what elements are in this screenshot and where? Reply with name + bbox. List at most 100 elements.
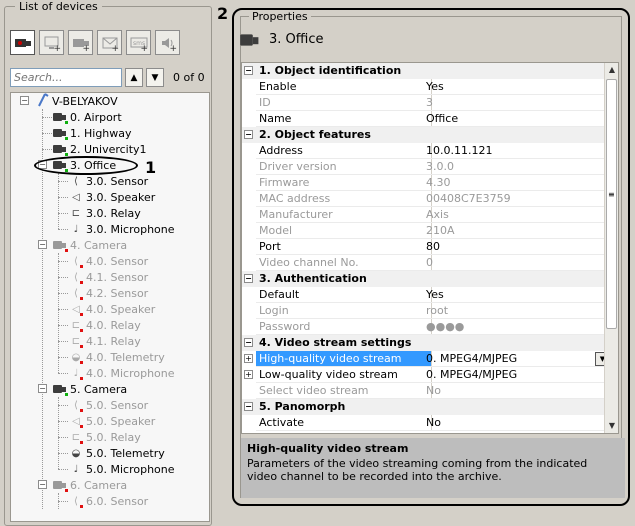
- category-collapse-icon[interactable]: −: [244, 66, 253, 75]
- category-collapse-icon[interactable]: −: [244, 402, 253, 411]
- plus-icon: +: [169, 44, 177, 54]
- tree-item-sensor[interactable]: ⟨ 5.0. Sensor: [69, 397, 148, 413]
- add-camera-button[interactable]: [10, 30, 35, 55]
- row-divider: [256, 110, 604, 111]
- tree-item-relay[interactable]: ⊏ 4.1. Relay: [69, 333, 141, 349]
- scroll-up-icon[interactable]: ▲: [605, 63, 618, 77]
- property-category[interactable]: −1. Object identification: [242, 63, 604, 79]
- tree-expander[interactable]: −: [38, 384, 47, 393]
- tree-item-microphone[interactable]: ♩ 5.0. Microphone: [69, 461, 175, 477]
- property-row[interactable]: Default Yes: [242, 287, 604, 303]
- category-collapse-icon[interactable]: −: [244, 274, 253, 283]
- property-row[interactable]: Video channel No. 0: [242, 255, 604, 271]
- tree-connector: [42, 133, 52, 134]
- tree-item-telemetry[interactable]: ◒ 5.0. Telemetry: [69, 445, 165, 461]
- property-row[interactable]: + High-quality video stream 0. MPEG4/MJPEG…: [242, 351, 610, 367]
- property-category[interactable]: −2. Object features: [242, 127, 604, 143]
- camera-icon: [53, 480, 67, 490]
- tree-item-relay[interactable]: ⊏ 4.0. Relay: [69, 317, 141, 333]
- property-row[interactable]: Model 210A: [242, 223, 604, 239]
- property-row[interactable]: Enable Yes: [242, 79, 604, 95]
- category-collapse-icon[interactable]: −: [244, 130, 253, 139]
- property-grid-scrollbar[interactable]: ▲ ≡ ▼: [604, 63, 618, 433]
- property-row[interactable]: Firmware 4.30: [242, 175, 604, 191]
- search-next-button[interactable]: ▼: [146, 68, 164, 87]
- tree-item-sensor[interactable]: ⟨ 4.1. Sensor: [69, 269, 148, 285]
- property-value[interactable]: Office: [422, 111, 458, 127]
- property-value: 4.30: [426, 176, 451, 189]
- property-value[interactable]: Yes: [422, 79, 444, 95]
- tree-item-microphone[interactable]: ♩ 3.0. Microphone: [69, 221, 175, 237]
- tree-expander[interactable]: −: [38, 480, 47, 489]
- property-category[interactable]: −3. Authentication: [242, 271, 604, 287]
- property-row[interactable]: MAC address 00408C7E3759: [242, 191, 604, 207]
- property-row[interactable]: Activate No: [242, 415, 604, 431]
- add-sound-button[interactable]: +: [155, 30, 180, 55]
- tree-item-label: 3.0. Sensor: [86, 174, 149, 188]
- property-row[interactable]: Name Office: [242, 111, 604, 127]
- property-category[interactable]: −5. Panomorph: [242, 399, 604, 415]
- sensor-icon: ⟨: [74, 495, 78, 507]
- row-divider: [256, 158, 604, 159]
- search-input[interactable]: [10, 68, 122, 87]
- tree-item-sensor[interactable]: ⟨ 6.0. Sensor: [69, 493, 148, 509]
- property-value[interactable]: 0. MPEG4/MJPEG: [422, 367, 517, 383]
- tree-item-microphone[interactable]: ♩ 4.0. Microphone: [69, 365, 175, 381]
- row-divider: [256, 318, 604, 319]
- tree-item-sensor[interactable]: ⟨ 4.0. Sensor: [69, 253, 148, 269]
- property-expand-icon[interactable]: +: [244, 370, 253, 379]
- property-row[interactable]: Password ●●●●: [242, 319, 604, 335]
- tree-item-speaker[interactable]: ◁ 5.0. Speaker: [69, 413, 155, 429]
- tree-item-server[interactable]: V-BELYAKOV: [37, 93, 118, 109]
- tree-item-relay[interactable]: ⊏ 3.0. Relay: [69, 205, 141, 221]
- property-value[interactable]: Yes: [422, 287, 444, 303]
- tree-item-speaker[interactable]: ◁ 3.0. Speaker: [69, 189, 155, 205]
- property-value: 0: [426, 256, 433, 269]
- tree-connector: [58, 469, 68, 470]
- row-divider: [256, 270, 604, 271]
- property-value[interactable]: 0. MPEG4/MJPEG: [422, 351, 517, 367]
- property-expand-icon[interactable]: +: [244, 354, 253, 363]
- row-divider: [256, 206, 604, 207]
- annotation-number-2: 2: [217, 4, 229, 23]
- tree-item-camera[interactable]: 5. Camera: [53, 381, 127, 397]
- property-row[interactable]: Address 10.0.11.121: [242, 143, 604, 159]
- add-email-button[interactable]: +: [97, 30, 122, 55]
- scroll-thumb[interactable]: [606, 79, 617, 329]
- tree-item-telemetry[interactable]: ◒ 4.0. Telemetry: [69, 349, 165, 365]
- tree-expander[interactable]: −: [38, 240, 47, 249]
- property-value[interactable]: 10.0.11.121: [422, 143, 492, 159]
- chevron-up-icon: ▲: [130, 72, 138, 83]
- tree-item-camera[interactable]: 1. Highway: [53, 125, 132, 141]
- property-row[interactable]: Driver version 3.0.0: [242, 159, 604, 175]
- tree-expander[interactable]: −: [20, 96, 29, 105]
- tree-item-label: 4. Camera: [70, 238, 128, 252]
- tree-item-camera[interactable]: 6. Camera: [53, 477, 127, 493]
- property-row[interactable]: Select video stream No: [242, 383, 604, 399]
- row-divider: [256, 174, 604, 175]
- devices-toolbar: + + + sms + +: [10, 30, 180, 55]
- property-value[interactable]: No: [422, 415, 441, 431]
- category-collapse-icon[interactable]: −: [244, 338, 253, 347]
- tree-item-camera[interactable]: 0. Airport: [53, 109, 122, 125]
- tree-item-relay[interactable]: ⊏ 5.0. Relay: [69, 429, 141, 445]
- property-row[interactable]: ID 3: [242, 95, 604, 111]
- property-row[interactable]: Login root: [242, 303, 604, 319]
- property-grid[interactable]: Activate No −5. Panomorph Select video stre…: [241, 62, 619, 434]
- property-row[interactable]: Manufacturer Axis: [242, 207, 604, 223]
- scroll-down-icon[interactable]: ▼: [605, 419, 618, 433]
- tree-item-camera[interactable]: 2. Univercity1: [53, 141, 147, 157]
- search-prev-button[interactable]: ▲: [125, 68, 143, 87]
- tree-item-camera[interactable]: 4. Camera: [53, 237, 127, 253]
- property-row[interactable]: Port 80: [242, 239, 604, 255]
- tree-item-label: 4.1. Relay: [86, 334, 141, 348]
- tree-item-sensor[interactable]: ⟨ 3.0. Sensor: [69, 173, 148, 189]
- tree-item-speaker[interactable]: ◁ 4.0. Speaker: [69, 301, 155, 317]
- property-row[interactable]: + Low-quality video stream 0. MPEG4/MJPEG: [242, 367, 604, 383]
- tree-item-sensor[interactable]: ⟨ 4.2. Sensor: [69, 285, 148, 301]
- add-display-button[interactable]: +: [39, 30, 64, 55]
- property-value[interactable]: 80: [422, 239, 440, 255]
- property-category[interactable]: −4. Video stream settings: [242, 335, 604, 351]
- add-videoserver-button[interactable]: +: [68, 30, 93, 55]
- add-sms-button[interactable]: sms +: [126, 30, 151, 55]
